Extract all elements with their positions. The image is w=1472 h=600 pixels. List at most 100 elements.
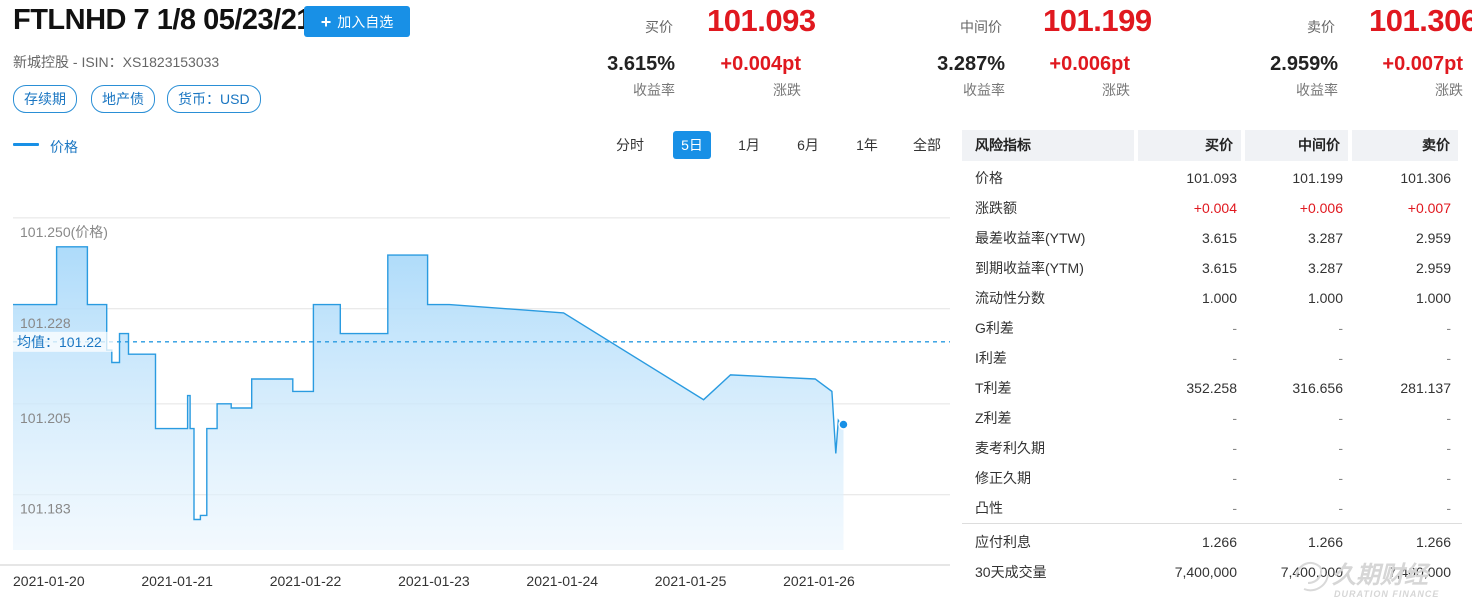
tag-status[interactable]: 存续期: [13, 85, 77, 113]
risk-table-header: 风险指标 买价 中间价 卖价: [962, 130, 1462, 163]
header-ask: 卖价: [1352, 130, 1458, 161]
risk-row: 麦考利久期 - - -: [962, 433, 1462, 463]
risk-cell-mid: 316.656: [1292, 380, 1343, 396]
range-5d[interactable]: 5日: [673, 131, 711, 159]
risk-cell-bid: 7,400,000: [1174, 564, 1237, 580]
risk-cell-bid: 1.266: [1201, 534, 1237, 550]
risk-row: 价格 101.093 101.199 101.306: [962, 163, 1462, 193]
y-tick-label: 101.250(价格): [20, 224, 108, 240]
y-tick-label: 101.183: [20, 501, 71, 517]
x-tick-label: 2021-01-21: [141, 573, 213, 589]
mid-yield: 3.287%: [937, 53, 1005, 75]
x-tick-label: 2021-01-23: [398, 573, 470, 589]
risk-cell-ask: 1.000: [1415, 290, 1451, 306]
risk-cell-ask: -: [1446, 410, 1451, 426]
range-intraday[interactable]: 分时: [608, 131, 652, 159]
x-tick-label: 2021-01-24: [526, 573, 598, 589]
issuer-isin: 新城控股 - ISIN：XS1823153033: [13, 54, 220, 70]
ask-change-label: 涨跌: [1435, 82, 1463, 98]
risk-cell-mid: -: [1338, 410, 1343, 426]
risk-cell-mid: -: [1338, 470, 1343, 486]
risk-row: 涨跌额 +0.004 +0.006 +0.007: [962, 193, 1462, 223]
mid-yield-label: 收益率: [963, 82, 1005, 98]
mid-price: 101.199: [1043, 3, 1152, 38]
bid-change-label: 涨跌: [773, 82, 801, 98]
risk-cell-ask: -: [1446, 320, 1451, 336]
risk-cell-mid: +0.006: [1299, 200, 1343, 216]
risk-cell-ask: -: [1446, 440, 1451, 456]
risk-row-label: 涨跌额: [975, 200, 1017, 216]
risk-cell-ask: -: [1446, 500, 1451, 516]
risk-row: 最差收益率(YTW) 3.615 3.287 2.959: [962, 223, 1462, 253]
risk-cell-bid: -: [1232, 440, 1237, 456]
risk-cell-mid: -: [1338, 350, 1343, 366]
ask-change: +0.007pt: [1382, 53, 1463, 75]
risk-cell-bid: -: [1232, 320, 1237, 336]
table-divider: [962, 523, 1462, 524]
risk-row-label: 麦考利久期: [975, 440, 1045, 456]
legend-label[interactable]: 价格: [50, 137, 78, 157]
range-1m[interactable]: 1月: [730, 131, 768, 159]
risk-cell-ask: +0.007: [1407, 200, 1451, 216]
risk-row: 凸性 - - -: [962, 493, 1462, 523]
risk-cell-bid: -: [1232, 500, 1237, 516]
ask-label: 卖价: [1307, 19, 1335, 35]
risk-cell-bid: -: [1232, 470, 1237, 486]
mid-change-label: 涨跌: [1102, 82, 1130, 98]
risk-cell-mid: 101.199: [1292, 170, 1343, 186]
risk-row-label: Z利差: [975, 410, 1012, 426]
mean-label: 均值：101.22: [17, 334, 102, 350]
risk-row-label: 最差收益率(YTW): [975, 230, 1086, 246]
risk-cell-ask: 2.959: [1415, 230, 1451, 246]
watermark-en: DURATION FINANCE: [1334, 589, 1439, 599]
risk-cell-ask: 101.306: [1400, 170, 1451, 186]
risk-cell-bid: 101.093: [1186, 170, 1237, 186]
risk-row-label: I利差: [975, 350, 1007, 366]
risk-row-label: 30天成交量: [975, 564, 1047, 580]
tag-currency[interactable]: 货币：USD: [167, 85, 261, 113]
risk-cell-ask: -: [1446, 350, 1451, 366]
range-1y[interactable]: 1年: [848, 131, 886, 159]
risk-cell-ask: 2.959: [1415, 260, 1451, 276]
tag-sector[interactable]: 地产债: [91, 85, 155, 113]
risk-cell-bid: 1.000: [1201, 290, 1237, 306]
risk-row-label: 到期收益率(YTM): [975, 260, 1084, 276]
bid-label: 买价: [645, 19, 673, 35]
risk-cell-bid: 3.615: [1201, 230, 1237, 246]
watermark-cn: 久期财经: [1332, 562, 1431, 589]
risk-cell-bid: 3.615: [1201, 260, 1237, 276]
risk-row-label: 流动性分数: [975, 290, 1045, 306]
risk-row-label: 修正久期: [975, 470, 1031, 486]
header-bid: 买价: [1138, 130, 1241, 161]
risk-cell-mid: 1.000: [1307, 290, 1343, 306]
price-chart[interactable]: 101.250(价格) 101.228 101.205 101.183 2021-01…: [0, 160, 960, 600]
ask-price: 101.306: [1369, 3, 1472, 38]
bid-price: 101.093: [707, 3, 816, 38]
risk-cell-bid: 352.258: [1186, 380, 1237, 396]
mid-change: +0.006pt: [1049, 53, 1130, 75]
ask-yield: 2.959%: [1270, 53, 1338, 75]
risk-row: I利差 - - -: [962, 343, 1462, 373]
risk-row-label: T利差: [975, 380, 1012, 396]
range-all[interactable]: 全部: [905, 131, 949, 159]
risk-cell-bid: -: [1232, 350, 1237, 366]
mid-label: 中间价: [960, 19, 1002, 35]
risk-row: T利差 352.258 316.656 281.137: [962, 373, 1462, 403]
risk-row: 修正久期 - - -: [962, 463, 1462, 493]
ask-yield-label: 收益率: [1296, 82, 1338, 98]
risk-table-body: 价格 101.093 101.199 101.306 涨跌额 +0.004 +0.006 +0…: [962, 163, 1462, 523]
risk-row: 到期收益率(YTM) 3.615 3.287 2.959: [962, 253, 1462, 283]
risk-cell-mid: 3.287: [1307, 260, 1343, 276]
risk-row: G利差 - - -: [962, 313, 1462, 343]
risk-row-label: 价格: [975, 170, 1003, 186]
risk-cell-bid: +0.004: [1193, 200, 1237, 216]
bid-yield: 3.615%: [607, 53, 675, 75]
add-to-watchlist-button[interactable]: + 加入自选: [304, 6, 410, 37]
risk-cell-ask: -: [1446, 470, 1451, 486]
risk-cell-mid: 3.287: [1307, 230, 1343, 246]
risk-row-label: G利差: [975, 320, 1014, 336]
risk-cell-mid: -: [1338, 440, 1343, 456]
range-6m[interactable]: 6月: [789, 131, 827, 159]
bond-title: FTLNHD 7 1/8 05/23/21: [13, 4, 312, 36]
x-tick-label: 2021-01-26: [783, 573, 855, 589]
